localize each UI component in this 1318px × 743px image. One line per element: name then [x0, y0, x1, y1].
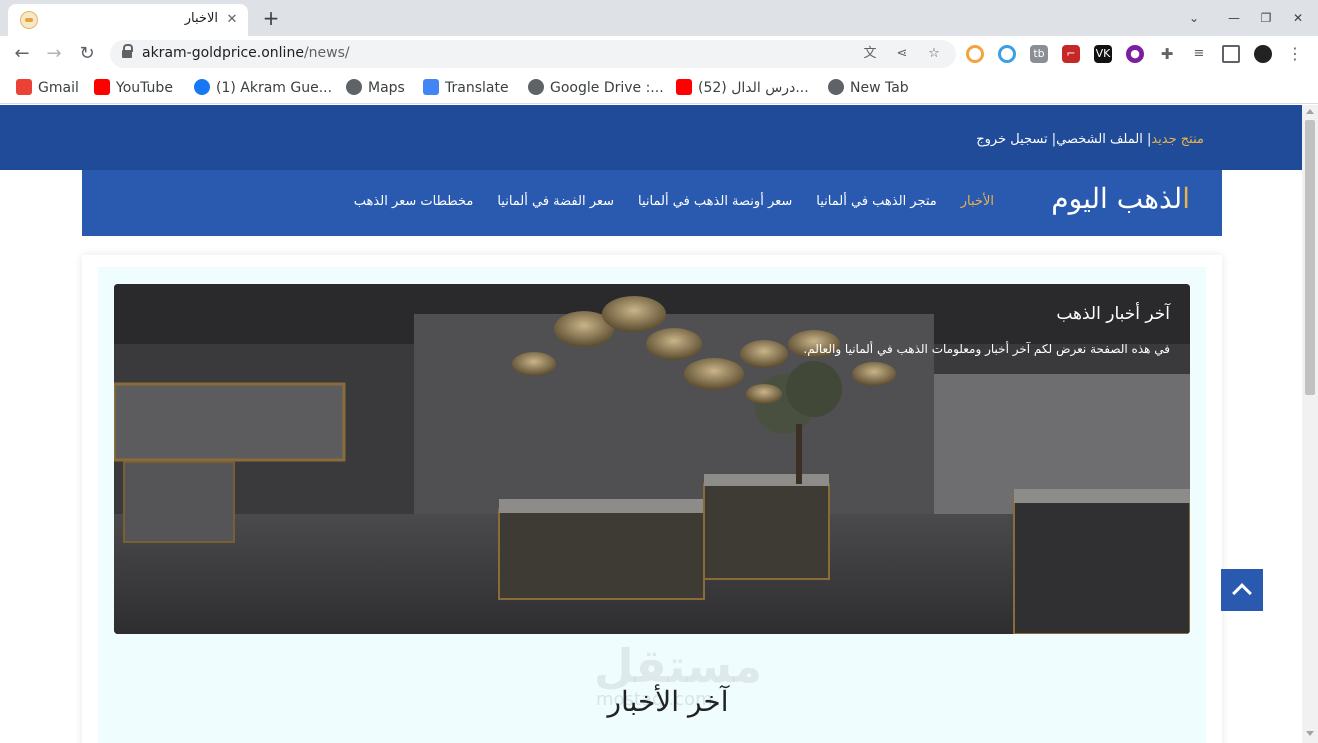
url-text: akram-goldprice.online/news/ [142, 45, 350, 61]
extension-vk-icon[interactable]: VK [1094, 45, 1112, 63]
share-icon[interactable]: ⋖ [892, 44, 912, 64]
tab-search-chevron-icon[interactable]: ⌄ [1184, 8, 1204, 28]
facebook-icon [194, 79, 210, 95]
nav-item-gold-ounce-price[interactable]: سعر أونصة الذهب في ألمانيا [638, 194, 792, 209]
content-card: آخر أخبار الذهب في هذه الصفحة نعرض لكم آ… [82, 255, 1222, 743]
extensions-puzzle-icon[interactable]: ✚ [1158, 45, 1176, 63]
bookmark-facebook[interactable]: (1) Akram Gue... [194, 78, 332, 98]
brand-rest: لذهب اليوم [1051, 182, 1183, 215]
scroll-to-top-button[interactable] [1221, 569, 1263, 611]
brand-first-letter: ا [1182, 182, 1190, 215]
nav-item-news[interactable]: الأخبار [961, 194, 994, 209]
bookmark-youtube[interactable]: YouTube [94, 78, 173, 98]
youtube-icon [94, 79, 110, 95]
hero-text: في هذه الصفحة نعرض لكم آخر أخبار ومعلوما… [803, 342, 1170, 356]
latest-news-heading: آخر الأخبار [607, 685, 729, 718]
minimize-window-icon[interactable]: — [1224, 8, 1244, 28]
site-brand-logo[interactable]: الذهب اليوم [1051, 182, 1190, 215]
new-product-link[interactable]: منتج جديد [1151, 132, 1204, 147]
nav-item-silver-price[interactable]: سعر الفضة في ألمانيا [497, 194, 614, 209]
extension-ring-icon[interactable] [998, 45, 1016, 63]
bookmarks-bar: Gmail YouTube (1) Akram Gue... Maps Tran… [0, 72, 1318, 104]
user-links: منتج جديد| الملف الشخصي| تسجيل خروج [976, 132, 1204, 147]
site-topbar: منتج جديد| الملف الشخصي| تسجيل خروج [0, 105, 1302, 170]
browser-toolbar: ← → ↻ akram-goldprice.online/news/ 文 ⋖ ☆… [0, 36, 1318, 72]
profile-link[interactable]: الملف الشخصي [1056, 132, 1147, 147]
address-bar[interactable]: akram-goldprice.online/news/ 文 ⋖ ☆ [110, 40, 956, 68]
site-navbar: الذهب اليوم الأخبار متجر الذهب في ألماني… [82, 170, 1222, 236]
hero-banner: آخر أخبار الذهب في هذه الصفحة نعرض لكم آ… [114, 284, 1190, 634]
forward-arrow-icon[interactable]: → [42, 42, 66, 66]
extension-record-icon[interactable]: ● [1126, 45, 1144, 63]
browser-tab-active[interactable]: الاخبار ✕ [8, 4, 248, 36]
bookmark-star-icon[interactable]: ☆ [924, 44, 944, 64]
hero-title: آخر أخبار الذهب [1056, 304, 1170, 324]
bookmark-new-tab[interactable]: New Tab [828, 78, 909, 98]
browser-tabstrip: الاخبار ✕ + ⌄ — ❐ ✕ [0, 0, 1318, 36]
nav-links: الأخبار متجر الذهب في ألمانيا سعر أونصة … [354, 194, 994, 209]
translate-page-icon[interactable]: 文 [860, 44, 880, 64]
logout-link[interactable]: تسجيل خروج [976, 132, 1052, 147]
bookmark-translate[interactable]: Translate [423, 78, 509, 98]
browser-menu-icon[interactable]: ⋮ [1286, 45, 1304, 63]
bookmark-youtube-lesson[interactable]: (52) درس الدال... [676, 78, 809, 98]
scroll-down-arrow-icon[interactable] [1306, 731, 1314, 736]
extension-tb-icon[interactable]: tb [1030, 45, 1048, 63]
bookmark-gmail[interactable]: Gmail [16, 78, 79, 98]
close-tab-icon[interactable]: ✕ [222, 10, 242, 30]
media-controls-icon[interactable]: ≡ [1190, 45, 1208, 63]
page-scrollbar[interactable] [1302, 105, 1318, 743]
close-window-icon[interactable]: ✕ [1288, 8, 1308, 28]
reload-icon[interactable]: ↻ [75, 42, 99, 66]
globe-icon [528, 79, 544, 95]
content-panel: آخر أخبار الذهب في هذه الصفحة نعرض لكم آ… [98, 267, 1206, 743]
globe-icon [828, 79, 844, 95]
side-panel-icon[interactable] [1222, 45, 1240, 63]
bookmark-maps[interactable]: Maps [346, 78, 405, 98]
youtube-icon [676, 79, 692, 95]
tab-title: الاخبار [184, 11, 218, 26]
extension-chart-icon[interactable]: ⌐ [1062, 45, 1080, 63]
jewelry-store-image [114, 284, 1190, 634]
scroll-up-arrow-icon[interactable] [1306, 109, 1314, 114]
globe-icon [346, 79, 362, 95]
page-viewport: منتج جديد| الملف الشخصي| تسجيل خروج الذه… [0, 105, 1302, 743]
profile-avatar[interactable] [1254, 45, 1272, 63]
restore-window-icon[interactable]: ❐ [1256, 8, 1276, 28]
back-arrow-icon[interactable]: ← [10, 42, 34, 66]
gmail-icon [16, 79, 32, 95]
new-tab-button[interactable]: + [258, 6, 284, 32]
translate-icon [423, 79, 439, 95]
nav-item-gold-store[interactable]: متجر الذهب في ألمانيا [816, 194, 936, 209]
nav-item-gold-charts[interactable]: مخططات سعر الذهب [354, 194, 474, 209]
site-favicon-icon [20, 11, 38, 29]
extension-circle-icon[interactable] [966, 45, 984, 63]
bookmark-google-drive[interactable]: Google Drive :... [528, 78, 664, 98]
scroll-thumb[interactable] [1305, 120, 1315, 395]
lock-icon [122, 44, 133, 59]
